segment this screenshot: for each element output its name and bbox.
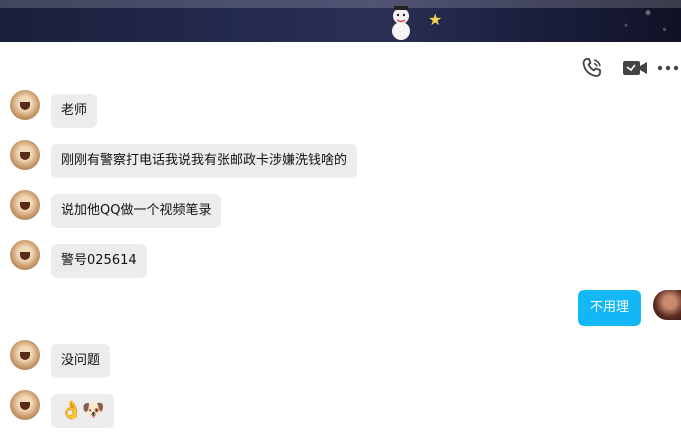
banner-lights (571, 0, 681, 42)
message-bubble[interactable]: 刚刚有警察打电话我说我有张邮政卡涉嫌洗钱啥的 (51, 144, 358, 178)
star-decoration-icon: ★ (428, 10, 443, 29)
snowman-decoration-icon (392, 6, 410, 40)
emoji-message-bubble[interactable]: 👌🐶 (51, 394, 114, 428)
video-camera-icon[interactable] (622, 56, 648, 80)
skin-banner: ★ (0, 0, 681, 42)
message-bubble[interactable]: 警号025614 (51, 244, 147, 278)
message-row: 刚刚有警察打电话我说我有张邮政卡涉嫌洗钱啥的 (10, 140, 358, 178)
message-row: 警号025614 (10, 240, 147, 278)
message-row: 说加他QQ做一个视频笔录 (10, 190, 222, 228)
message-bubble[interactable]: 老师 (51, 94, 98, 128)
message-bubble[interactable]: 说加他QQ做一个视频笔录 (51, 194, 222, 228)
message-bubble[interactable]: 没问题 (51, 344, 111, 378)
phone-icon[interactable] (579, 56, 605, 80)
message-row: 老师 (10, 90, 98, 128)
my-message-bubble[interactable]: 不用理 (577, 290, 641, 326)
contact-avatar[interactable] (10, 190, 40, 220)
contact-avatar[interactable] (10, 240, 40, 270)
message-row: 没问题 (10, 340, 111, 378)
message-row: 👌🐶 (10, 390, 114, 428)
contact-avatar[interactable] (10, 140, 40, 170)
my-message-row: 不用理 (577, 290, 681, 326)
contact-avatar[interactable] (10, 90, 40, 120)
my-avatar[interactable] (653, 290, 681, 320)
more-dots-icon[interactable] (655, 56, 681, 80)
contact-avatar[interactable] (10, 390, 40, 420)
contact-avatar[interactable] (10, 340, 40, 370)
